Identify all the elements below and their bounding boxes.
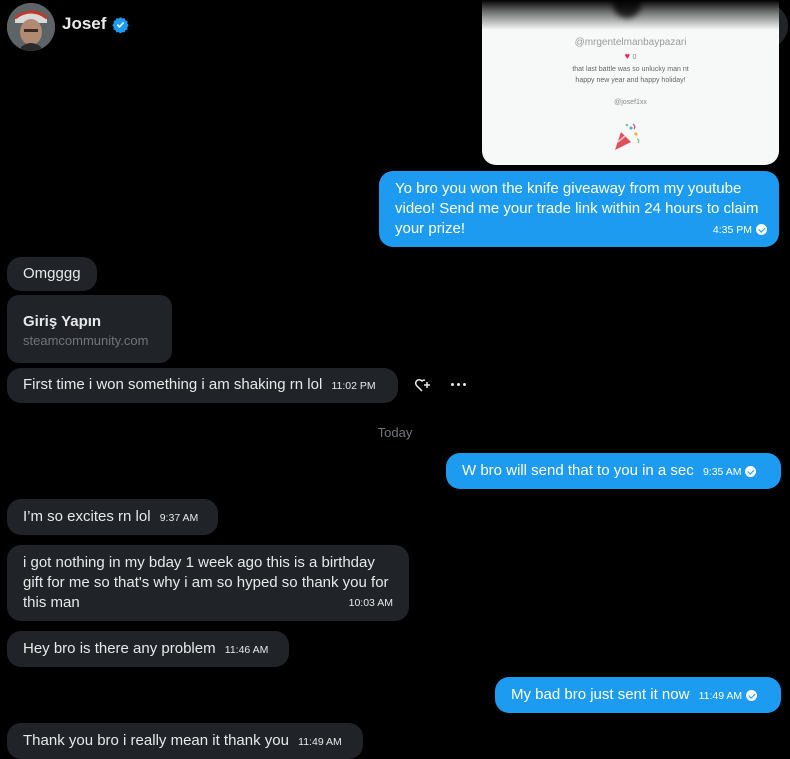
shared-image-card[interactable]: @mrgentelmanbaypazari ♥ 0 that last batt…	[482, 0, 779, 165]
message-time: 4:35 PM	[712, 224, 752, 236]
message-bubble-incoming[interactable]: I’m so excites rn lol 9:37 AM	[7, 499, 218, 535]
message-bubble-outgoing[interactable]: My bad bro just sent it now 11:49 AM	[495, 677, 781, 713]
message-text: I’m so excites rn lol	[23, 508, 151, 525]
message-text: Yo bro you won the knife giveaway from m…	[395, 180, 759, 237]
message-more-icon	[451, 383, 466, 386]
message-time: 9:37 AM	[159, 512, 199, 524]
read-check-icon	[745, 466, 757, 477]
message-bubble-incoming[interactable]: Hey bro is there any problem 11:46 AM	[7, 631, 289, 667]
card-text-line: happy new year and happy holiday!	[575, 77, 686, 84]
heart-icon: ♥	[624, 51, 630, 61]
conversation-title[interactable]: Josef	[62, 14, 130, 34]
message-bubble-incoming[interactable]: Omgggg	[7, 257, 97, 291]
link-title: Giriş Yapın	[23, 313, 102, 330]
read-check-icon	[756, 224, 767, 235]
message-time: 11:02 PM	[331, 380, 376, 392]
message-time: 11:46 AM	[224, 644, 269, 656]
message-more-button[interactable]	[451, 383, 466, 386]
contact-name: Josef	[62, 14, 107, 33]
verified-badge-icon	[112, 16, 130, 33]
message-bubble-outgoing[interactable]: Yo bro you won the knife giveaway from m…	[379, 171, 779, 247]
message-time: 11:49 AM	[298, 736, 342, 748]
message-text: Hey bro is there any problem	[23, 640, 216, 657]
message-bubble-incoming[interactable]: i got nothing in my bday 1 week ago this…	[7, 545, 409, 621]
card-like-count: 0	[632, 54, 637, 61]
message-text: i got nothing in my bday 1 week ago this…	[23, 554, 389, 611]
card-text-line: that last battle was so unlucky man nt	[572, 66, 689, 73]
card-likes: ♥ 0	[482, 51, 779, 61]
message-text: Omgggg	[23, 265, 81, 282]
message-time: 9:35 AM	[702, 466, 742, 478]
message-bubble-incoming[interactable]: First time i won something i am shaking …	[7, 368, 398, 403]
message-text: W bro will send that to you in a sec	[462, 462, 694, 479]
avatar[interactable]	[7, 3, 55, 51]
message-text: My bad bro just sent it now	[511, 686, 690, 703]
message-bubble-outgoing[interactable]: W bro will send that to you in a sec 9:3…	[446, 453, 781, 489]
add-reaction-icon[interactable]	[414, 377, 432, 393]
link-preview-card[interactable]: Giriş Yapın steamcommunity.com	[7, 295, 172, 363]
day-divider: Today	[377, 425, 413, 440]
message-bubble-incoming[interactable]: Thank you bro i really mean it thank you…	[7, 723, 363, 759]
card-handle: @mrgentelmanbaypazari	[574, 37, 687, 48]
message-meta: 4:35 PM	[713, 220, 767, 240]
avatar-image	[7, 3, 55, 51]
message-time: 11:49 AM	[698, 690, 743, 702]
card-text: that last battle was so unlucky man nt h…	[482, 64, 779, 86]
message-text: First time i won something i am shaking …	[23, 376, 323, 393]
party-popper-icon	[615, 123, 640, 150]
message-text: Thank you bro i really mean it thank you	[23, 732, 289, 749]
card-username: @josef1xx	[614, 99, 647, 106]
link-domain: steamcommunity.com	[23, 333, 149, 348]
read-check-icon	[746, 690, 758, 701]
image-fade	[482, 0, 779, 30]
message-time: 10:03 AM	[348, 597, 393, 609]
